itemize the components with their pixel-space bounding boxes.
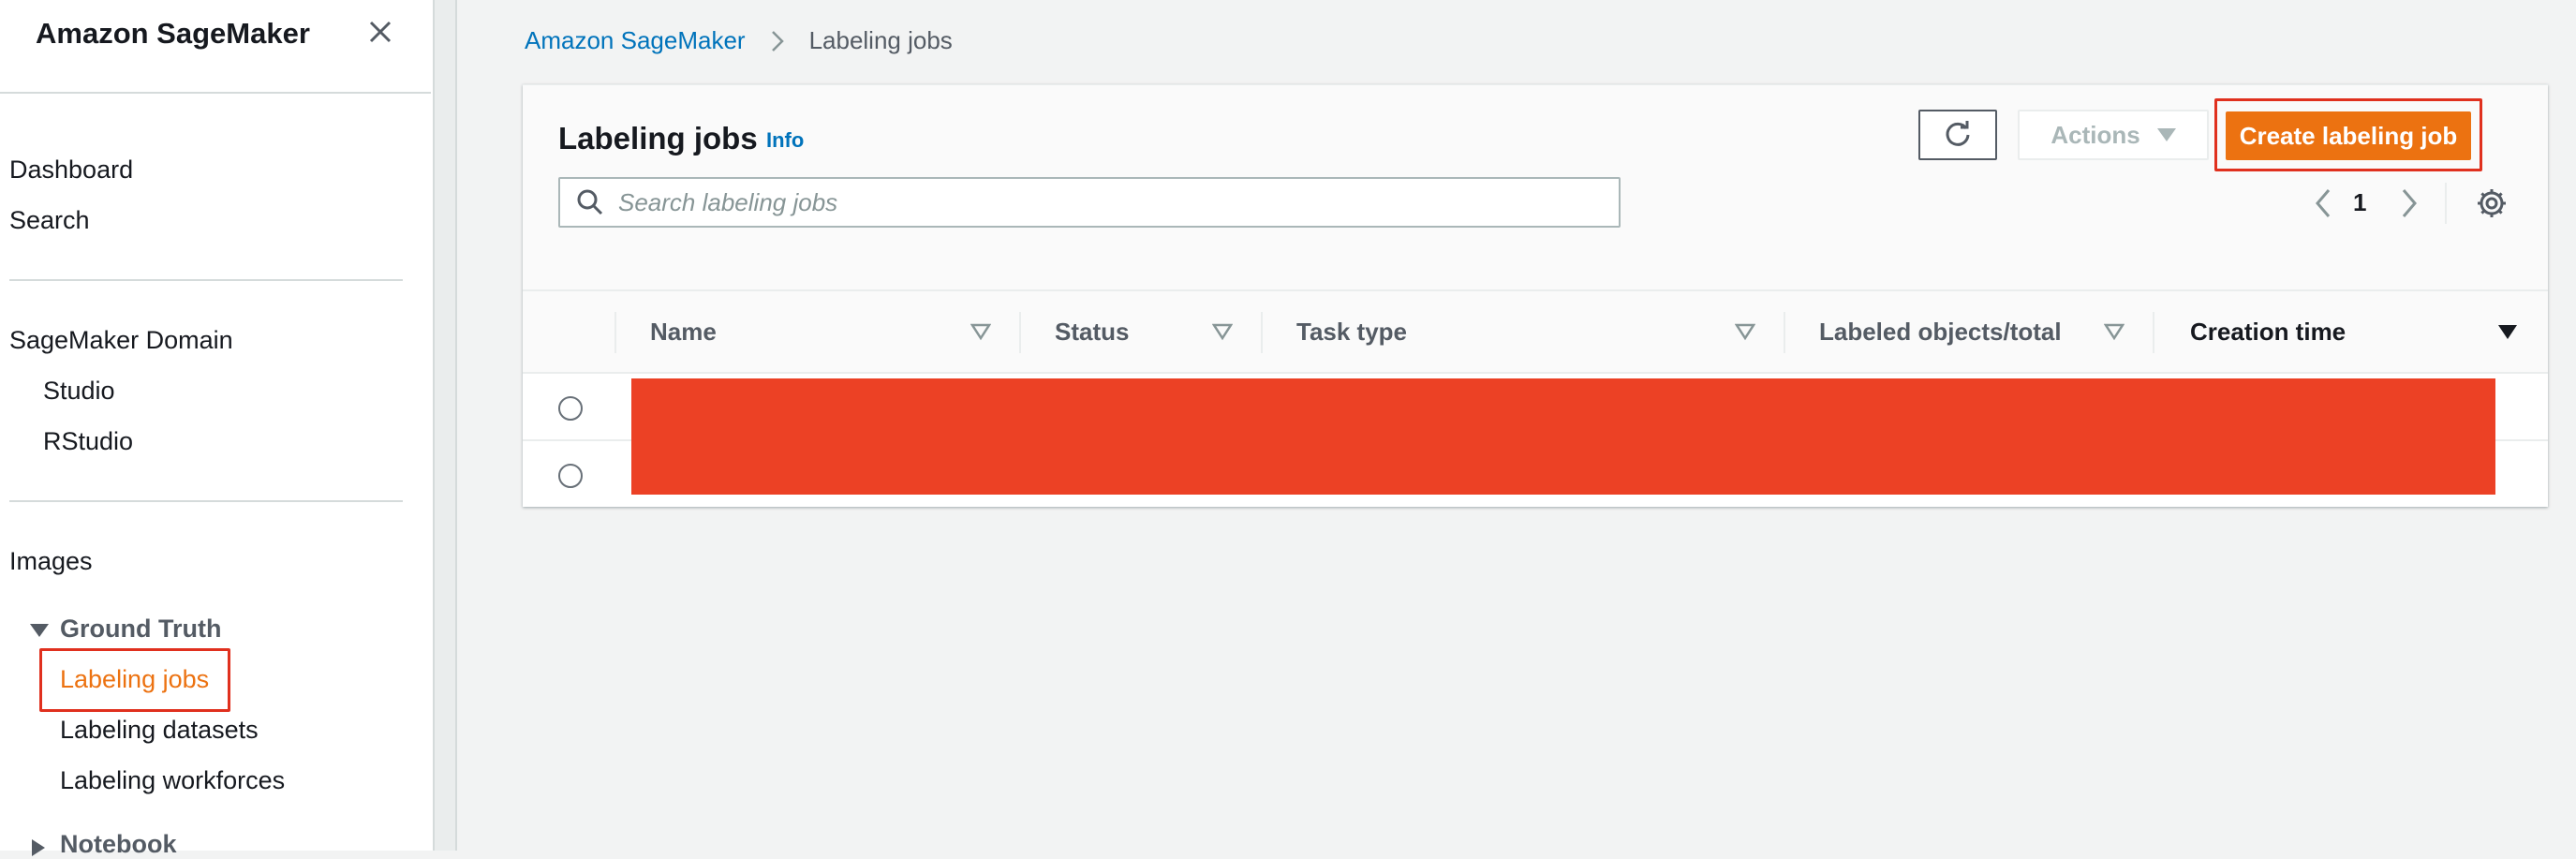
sidebar-item-labeling-datasets[interactable]: Labeling datasets (60, 716, 259, 745)
sidebar-item-rstudio[interactable]: RStudio (43, 427, 133, 456)
pager-divider (2445, 183, 2447, 224)
breadcrumb-root-link[interactable]: Amazon SageMaker (525, 26, 746, 55)
sidebar-divider (9, 500, 403, 502)
row-radio[interactable] (558, 396, 583, 421)
sort-icon[interactable] (1212, 321, 1233, 342)
chevron-left-icon[interactable] (2310, 186, 2338, 220)
refresh-button[interactable] (1918, 110, 1997, 160)
column-header-task-type[interactable]: Task type (1296, 291, 1407, 372)
page-title: Labeling jobs (558, 121, 758, 156)
search-input[interactable] (616, 186, 1594, 218)
chevron-right-icon[interactable] (2394, 186, 2422, 220)
caret-down-icon (2156, 128, 2176, 141)
actions-label: Actions (2050, 120, 2140, 149)
page-number[interactable]: 1 (2353, 188, 2366, 217)
search-icon (577, 189, 603, 215)
column-header-status[interactable]: Status (1055, 291, 1129, 372)
chevron-right-icon (771, 30, 784, 52)
actions-dropdown[interactable]: Actions (2018, 110, 2209, 160)
sidebar-group-ground-truth[interactable]: Ground Truth (60, 615, 221, 644)
column-divider (1019, 312, 1021, 353)
close-icon (369, 21, 392, 43)
breadcrumb-current: Labeling jobs (808, 26, 953, 54)
column-divider (1784, 312, 1785, 353)
row-radio[interactable] (558, 464, 583, 488)
caret-down-icon (30, 624, 49, 637)
sidebar-brand: Amazon SageMaker (36, 17, 310, 50)
sidebar: Amazon SageMaker Dashboard Search SageMa… (0, 0, 433, 858)
sidebar-item-sagemaker-domain[interactable]: SageMaker Domain (9, 326, 233, 355)
refresh-icon (1946, 121, 1970, 146)
close-sidebar-button[interactable] (362, 13, 399, 51)
sort-descending-icon[interactable] (2497, 321, 2518, 342)
column-divider (614, 312, 616, 353)
sidebar-group-notebook[interactable]: Notebook (60, 830, 177, 859)
column-header-creation-time[interactable]: Creation time (2190, 291, 2346, 372)
table-header: Name Status Task type Labeled objects/to… (523, 289, 2548, 374)
create-labeling-job-button[interactable]: Create labeling job (2226, 111, 2471, 160)
sidebar-item-images[interactable]: Images (9, 547, 93, 576)
column-header-name[interactable]: Name (650, 291, 717, 372)
gear-icon[interactable] (2475, 186, 2509, 220)
column-divider (1261, 312, 1263, 353)
search-field[interactable] (558, 177, 1621, 228)
sidebar-item-labeling-jobs[interactable]: Labeling jobs (60, 665, 209, 694)
sidebar-divider (9, 279, 403, 281)
sidebar-item-studio[interactable]: Studio (43, 377, 115, 406)
info-link[interactable]: Info (766, 128, 804, 153)
sort-icon[interactable] (970, 321, 991, 342)
sidebar-item-dashboard[interactable]: Dashboard (9, 156, 133, 185)
column-header-labeled-objects[interactable]: Labeled objects/total (1819, 291, 2062, 372)
sort-icon[interactable] (1735, 321, 1755, 342)
sidebar-item-search[interactable]: Search (9, 206, 90, 235)
sidebar-resize-handle[interactable] (433, 0, 457, 851)
panel-header: Labeling jobs Info Actions Create labeli… (523, 85, 2548, 289)
redacted-table-content (631, 378, 2495, 495)
breadcrumb: Amazon SageMaker Labeling jobs (525, 26, 953, 55)
sidebar-item-labeling-workforces[interactable]: Labeling workforces (60, 766, 285, 795)
column-divider (2153, 312, 2154, 353)
sidebar-divider (0, 92, 431, 94)
sort-icon[interactable] (2104, 321, 2124, 342)
caret-right-icon (32, 839, 45, 856)
